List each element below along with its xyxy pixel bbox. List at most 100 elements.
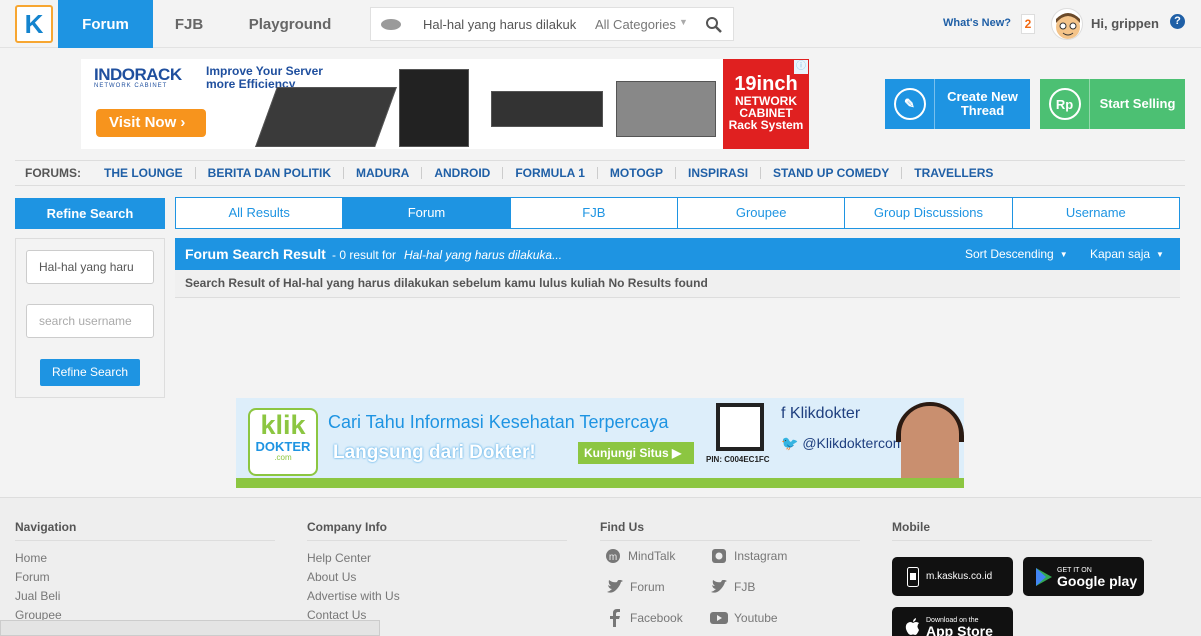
result-tabs: All Results Forum FJB Groupee Group Disc… (175, 197, 1180, 229)
twitter-forum-link[interactable]: Forum (606, 578, 665, 596)
user-greeting[interactable]: Hi, grippen (1091, 16, 1159, 31)
footer-link[interactable]: About Us (307, 568, 567, 587)
mobile-site-badge[interactable]: m.kaskus.co.id (892, 557, 1013, 596)
time-filter-label: Kapan saja (1090, 247, 1151, 261)
ad-visit-button[interactable]: Kunjungi Situs ▶ (578, 442, 694, 464)
ad-pin: PIN: C004EC1FC (706, 455, 770, 464)
start-selling-button[interactable]: Rp Start Selling (1040, 79, 1185, 129)
category-select[interactable]: All Categories (595, 17, 676, 32)
facebook-icon (606, 609, 624, 627)
footer-link[interactable]: Help Center (307, 549, 567, 568)
svg-text:m: m (609, 552, 617, 563)
facebook-link[interactable]: Facebook (606, 609, 683, 627)
forums-strip: FORUMS: THE LOUNGE BERITA DAN POLITIK MA… (15, 160, 1185, 186)
mindtalk-link[interactable]: m MindTalk (604, 547, 675, 565)
footer-find-us: Find Us m MindTalk Instagram Forum FJB Fa… (600, 520, 860, 627)
indorack-ad-banner[interactable]: INDORACK NETWORK CABINET Improve Your Se… (81, 59, 809, 149)
footer-navigation: Navigation Home Forum Jual Beli Groupee (15, 520, 275, 625)
search-scope-icon[interactable] (381, 19, 401, 30)
kaskus-logo[interactable]: K (15, 5, 53, 43)
nav-tab-forum[interactable]: Forum (58, 0, 153, 48)
mobile-site-label: m.kaskus.co.id (926, 570, 993, 582)
forum-label: Forum (630, 580, 665, 594)
apple-icon (900, 617, 926, 636)
top-bar: K Forum FJB Playground Hal-hal yang haru… (0, 0, 1201, 48)
ad-visit-button[interactable]: Visit Now › (96, 109, 206, 137)
create-thread-label: Create New Thread (947, 89, 1018, 118)
result-title: Forum Search Result (185, 246, 326, 262)
youtube-label: Youtube (734, 611, 778, 625)
rupiah-icon: Rp (1048, 88, 1081, 120)
horizontal-scrollbar[interactable] (0, 620, 380, 636)
ad-logo-text: .com (274, 453, 292, 462)
tab-forum[interactable]: Forum (343, 198, 511, 228)
ad-brand-sub: NETWORK CABINET (94, 83, 168, 89)
nav-tab-playground[interactable]: Playground (236, 0, 344, 48)
nav-tab-fjb[interactable]: FJB (160, 0, 218, 48)
tab-username[interactable]: Username (1013, 198, 1179, 228)
ad-stripe (236, 478, 964, 488)
sort-order-dropdown[interactable]: Sort Descending ▼ (965, 247, 1068, 261)
search-input[interactable]: Hal-hal yang harus dilakuk (423, 17, 576, 32)
forum-link[interactable]: ANDROID (422, 167, 504, 179)
ad-headline: Cari Tahu Informasi Kesehatan Terpercaya (328, 412, 669, 432)
footer-heading: Company Info (307, 520, 567, 541)
twitter-icon (710, 578, 728, 596)
notification-badge[interactable]: 2 (1021, 14, 1035, 34)
ad-info-icon[interactable]: ⓘ (794, 60, 808, 74)
forum-link[interactable]: FORMULA 1 (503, 167, 598, 179)
ad-badge-line: Rack System (728, 118, 804, 132)
ad-facebook: f Klikdokter (781, 405, 860, 423)
refine-query-input[interactable]: Hal-hal yang haru (26, 250, 154, 284)
tab-fjb[interactable]: FJB (511, 198, 678, 228)
tab-all-results[interactable]: All Results (176, 198, 344, 228)
youtube-link[interactable]: Youtube (710, 609, 778, 627)
avatar[interactable] (1051, 8, 1083, 40)
tab-group-discussions[interactable]: Group Discussions (845, 198, 1013, 228)
mindtalk-icon: m (604, 547, 622, 565)
forum-link[interactable]: MOTOGP (598, 167, 677, 179)
username-search-input[interactable]: search username (26, 304, 154, 338)
forum-link[interactable]: THE LOUNGE (92, 167, 196, 179)
create-thread-button[interactable]: ✎ Create New Thread (885, 79, 1030, 129)
phone-icon (900, 566, 926, 587)
help-icon[interactable]: ? (1170, 14, 1185, 29)
tab-groupee[interactable]: Groupee (678, 198, 846, 228)
google-play-bottom: Google play (1057, 572, 1138, 589)
forum-link[interactable]: TRAVELLERS (902, 167, 1005, 179)
klikdokter-logo: klik DOKTER .com (248, 408, 318, 476)
footer-link[interactable]: Advertise with Us (307, 587, 567, 606)
instagram-label: Instagram (734, 549, 788, 563)
forum-link[interactable]: BERITA DAN POLITIK (196, 167, 344, 179)
ad-logo-text: klik (260, 410, 306, 440)
twitter-icon: 🐦 (781, 435, 803, 451)
twitter-fjb-link[interactable]: FJB (710, 578, 755, 596)
search-icon[interactable] (705, 16, 723, 34)
instagram-link[interactable]: Instagram (710, 547, 787, 565)
whats-new-link[interactable]: What's New? (943, 17, 1011, 29)
footer-link[interactable]: Jual Beli (15, 587, 275, 606)
klikdokter-ad-banner[interactable]: klik DOKTER .com Cari Tahu Informasi Kes… (236, 398, 964, 488)
ad-visit-label: Visit Now (109, 114, 177, 131)
forums-label: FORUMS: (25, 166, 81, 180)
ad-subline: Langsung dari Dokter! (333, 442, 536, 463)
search-bar[interactable]: Hal-hal yang harus dilakuk All Categorie… (370, 7, 734, 41)
footer-heading: Find Us (600, 520, 860, 541)
ad-badge-size: 19inch (734, 73, 798, 95)
google-play-badge[interactable]: GET IT ON Google play (1023, 557, 1144, 596)
forum-link[interactable]: MADURA (344, 167, 423, 179)
facebook-label: Facebook (630, 611, 683, 625)
result-query: Hal-hal yang harus dilakuka... (404, 248, 563, 262)
forum-link[interactable]: INSPIRASI (676, 167, 762, 179)
footer-link[interactable]: Forum (15, 568, 275, 587)
footer-link[interactable]: Home (15, 549, 275, 568)
forum-link[interactable]: STAND UP COMEDY (761, 167, 903, 179)
refine-search-button[interactable]: Refine Search (40, 359, 140, 386)
facebook-icon: f (781, 405, 790, 422)
fjb-label: FJB (734, 580, 756, 594)
mindtalk-label: MindTalk (628, 549, 676, 563)
time-filter-dropdown[interactable]: Kapan saja ▼ (1090, 247, 1164, 261)
result-header: Forum Search Result - 0 result for Hal-h… (175, 238, 1180, 270)
app-store-badge[interactable]: Download on the App Store (892, 607, 1013, 636)
footer-heading: Mobile (892, 520, 1152, 541)
